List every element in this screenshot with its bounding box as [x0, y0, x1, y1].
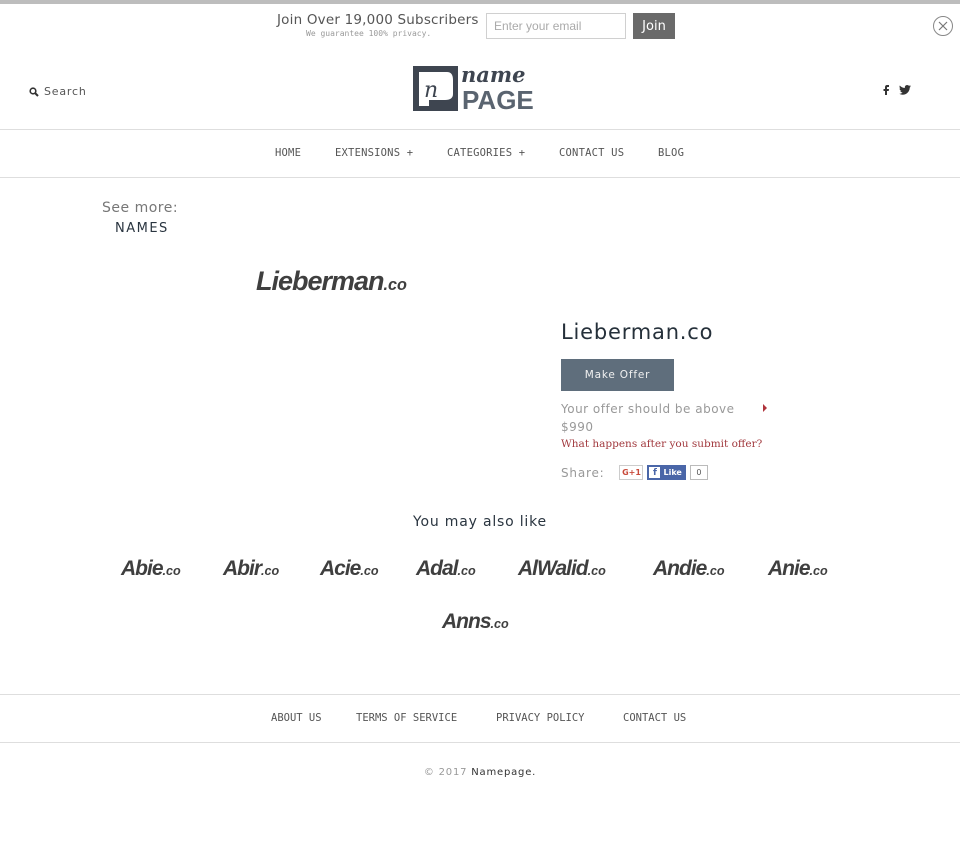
related-name: AlWalid — [518, 557, 589, 580]
copyright-prefix: © 2017 — [423, 767, 468, 778]
related-item[interactable]: Acie.co — [320, 557, 379, 581]
what-happens-link[interactable]: What happens after you submit offer? — [561, 438, 762, 450]
footer-nav: ABOUT US TERMS OF SERVICE PRIVACY POLICY… — [0, 694, 960, 743]
email-input[interactable] — [486, 13, 626, 39]
product-title: Lieberman.co — [561, 320, 714, 344]
google-plus-button[interactable]: G+1 — [619, 465, 644, 480]
see-more-label: See more: — [102, 200, 179, 216]
facebook-icon: f — [649, 467, 661, 478]
copyright: © 2017 Namepage. — [0, 767, 960, 778]
nav-contact[interactable]: CONTACT US — [559, 147, 624, 159]
search-icon — [29, 86, 39, 97]
twitter-icon[interactable] — [899, 85, 911, 95]
brand-link[interactable]: Namepage. — [471, 767, 536, 778]
nav-home[interactable]: HOME — [275, 147, 301, 159]
close-icon — [938, 21, 948, 31]
related-tld: .co — [162, 564, 181, 578]
facebook-like-button[interactable]: f Like — [647, 465, 686, 480]
svg-text:n: n — [424, 78, 438, 103]
related-name: Acie — [320, 557, 361, 580]
search-button[interactable]: Search — [29, 85, 87, 98]
related-name: Abie — [121, 557, 164, 580]
related-tld: .co — [261, 564, 280, 578]
offer-note: Your offer should be above $990 — [561, 402, 735, 434]
main-nav: HOME EXTENSIONS + CATEGORIES + CONTACT U… — [0, 129, 960, 178]
close-button[interactable] — [933, 16, 953, 36]
fb-like-label: Like — [663, 468, 682, 477]
related-item[interactable]: Andie.co — [653, 557, 725, 581]
related-item[interactable]: Adal.co — [416, 557, 476, 581]
namepage-logo-icon: n name PAGE — [413, 62, 534, 115]
domain-logo-tld: .co — [383, 276, 407, 294]
fb-like-count: 0 — [689, 465, 708, 480]
facebook-icon[interactable] — [883, 85, 889, 95]
nav-blog[interactable]: BLOG — [658, 147, 684, 159]
site-logo[interactable]: n name PAGE — [413, 62, 549, 115]
social-links — [883, 85, 911, 95]
related-heading: You may also like — [413, 514, 547, 530]
domain-logo-name: Lieberman — [256, 266, 385, 296]
offer-arrow-icon[interactable] — [763, 404, 767, 412]
privacy-note: We guarantee 100% privacy. — [306, 29, 432, 38]
footer-contact[interactable]: CONTACT US — [623, 712, 686, 724]
names-link[interactable]: NAMES — [115, 221, 169, 236]
share-row: Share: G+1 f Like 0 — [561, 465, 708, 480]
related-name: Anns — [442, 610, 491, 633]
related-item[interactable]: Abie.co — [121, 557, 181, 581]
related-tld: .co — [457, 564, 476, 578]
join-button[interactable]: Join — [633, 13, 675, 39]
footer-privacy[interactable]: PRIVACY POLICY — [496, 712, 585, 724]
related-item[interactable]: Anie.co — [768, 557, 828, 581]
subscribe-title: Join Over 19,000 Subscribers — [277, 12, 479, 28]
nav-categories[interactable]: CATEGORIES + — [447, 147, 525, 159]
related-tld: .co — [587, 564, 606, 578]
make-offer-button[interactable]: Make Offer — [561, 359, 674, 391]
related-name: Andie — [653, 557, 707, 580]
related-name: Adal — [416, 557, 459, 580]
top-border — [0, 0, 960, 4]
subscribe-bar: Join Over 19,000 Subscribers We guarante… — [0, 12, 960, 42]
svg-text:name: name — [461, 66, 525, 87]
share-label: Share: — [561, 465, 605, 480]
footer-terms[interactable]: TERMS OF SERVICE — [356, 712, 457, 724]
svg-text:PAGE: PAGE — [462, 85, 534, 111]
related-name: Anie — [768, 557, 811, 580]
related-tld: .co — [706, 564, 725, 578]
search-label: Search — [44, 85, 87, 98]
related-name: Abir — [223, 557, 262, 580]
related-tld: .co — [490, 617, 509, 631]
related-item[interactable]: Abir.co — [223, 557, 279, 581]
related-tld: .co — [809, 564, 828, 578]
domain-logo: Lieberman.co — [256, 266, 407, 297]
related-tld: .co — [360, 564, 379, 578]
footer-about[interactable]: ABOUT US — [271, 712, 322, 724]
nav-extensions[interactable]: EXTENSIONS + — [335, 147, 413, 159]
related-item[interactable]: AlWalid.co — [518, 557, 606, 581]
related-item[interactable]: Anns.co — [442, 610, 509, 634]
